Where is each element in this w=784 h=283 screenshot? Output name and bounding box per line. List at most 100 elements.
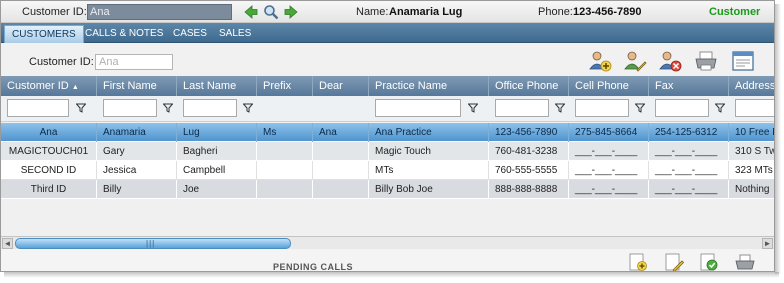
filter-last-name	[183, 99, 255, 118]
filter-cell-phone	[575, 99, 647, 118]
filter-input[interactable]	[655, 99, 709, 117]
filter-input[interactable]	[375, 99, 461, 117]
table-row[interactable]: MAGICTOUCH01 Gary Bagheri Magic Touch 76…	[1, 142, 774, 161]
cell-first-name: Billy	[97, 180, 177, 199]
cell-address: 310 S Twig	[729, 142, 774, 161]
filter-input[interactable]	[735, 99, 774, 117]
col-header-first-name[interactable]: First Name	[97, 76, 177, 96]
tab-cases[interactable]: CASES	[166, 25, 214, 43]
customer-id-label: Customer ID:	[22, 6, 87, 18]
col-header-dear[interactable]: Dear	[313, 76, 369, 96]
col-header-fax[interactable]: Fax	[649, 76, 729, 96]
filter-input[interactable]	[103, 99, 157, 117]
table-row[interactable]: Third ID Billy Joe Billy Bob Joe 888-888…	[1, 180, 774, 199]
filter-icon[interactable]	[243, 103, 253, 113]
col-header-address[interactable]: Address	[729, 76, 774, 96]
complete-call-icon[interactable]	[698, 252, 720, 272]
cell-prefix	[257, 142, 313, 161]
cell-last-name: Bagheri	[177, 142, 257, 161]
delete-user-icon[interactable]	[658, 49, 682, 73]
scrollbar-grip: |||	[146, 239, 156, 248]
edit-call-icon[interactable]	[663, 252, 685, 272]
add-user-icon[interactable]	[588, 49, 612, 73]
horizontal-scrollbar[interactable]: ◄ ||| ►	[1, 236, 774, 249]
table-row[interactable]: SECOND ID Jessica Campbell MTs 760-555-5…	[1, 161, 774, 180]
search-icon[interactable]	[263, 4, 279, 20]
pending-calls-panel: PENDING CALLS	[1, 249, 774, 272]
edit-user-icon[interactable]	[623, 49, 647, 73]
cell-first-name: Gary	[97, 142, 177, 161]
col-header-cell-phone[interactable]: Cell Phone	[569, 76, 649, 96]
pending-calls-label: PENDING CALLS	[273, 262, 354, 272]
cell-prefix	[257, 180, 313, 199]
cell-last-name: Joe	[177, 180, 257, 199]
name-label: Name:	[356, 6, 389, 18]
cell-last-name: Lug	[177, 123, 257, 142]
scroll-left-icon[interactable]: ◄	[2, 238, 13, 249]
col-header-last-name[interactable]: Last Name	[177, 76, 257, 96]
cell-practice-name: Magic Touch	[369, 142, 489, 161]
filter-input[interactable]	[183, 99, 237, 117]
cell-office-phone: 760-481-3238	[489, 142, 569, 161]
cell-customer-id: MAGICTOUCH01	[1, 142, 97, 161]
cell-cell-phone: ___-___-____	[569, 180, 649, 199]
cell-practice-name: Ana Practice	[369, 123, 489, 142]
cell-dear: Ana	[313, 123, 369, 142]
col-header-customer-id[interactable]: Customer ID ▲	[1, 76, 97, 96]
cell-office-phone: 888-888-8888	[489, 180, 569, 199]
customer-id-input[interactable]: Ana	[87, 4, 232, 20]
col-header-prefix[interactable]: Prefix	[257, 76, 313, 96]
customer-id-search-field[interactable]: Ana	[95, 54, 173, 70]
filter-customer-id	[7, 99, 95, 118]
filter-icon[interactable]	[555, 103, 565, 113]
cell-fax: ___-___-____	[649, 161, 729, 180]
scroll-right-icon[interactable]: ►	[762, 238, 773, 249]
cell-address: 323 MTs R	[729, 161, 774, 180]
cell-office-phone: 123-456-7890	[489, 123, 569, 142]
tab-customers[interactable]: CUSTOMERS	[4, 25, 84, 43]
cell-fax: 254-125-6312	[649, 123, 729, 142]
filter-icon[interactable]	[715, 103, 725, 113]
new-call-icon[interactable]	[627, 252, 649, 272]
filter-input[interactable]	[495, 99, 549, 117]
back-arrow-icon[interactable]	[243, 4, 259, 20]
phone-label: Phone:	[538, 6, 573, 18]
cell-dear	[313, 161, 369, 180]
cell-customer-id: Third ID	[1, 180, 97, 199]
tab-calls-notes[interactable]: CALLS & NOTES	[78, 25, 170, 43]
filter-office-phone	[495, 99, 567, 118]
tab-sales[interactable]: SALES	[212, 25, 258, 43]
filter-input[interactable]	[575, 99, 629, 117]
customer-phone: 123-456-7890	[573, 6, 642, 18]
col-header-office-phone[interactable]: Office Phone	[489, 76, 569, 96]
col-header-practice-name[interactable]: Practice Name	[369, 76, 489, 96]
cell-cell-phone: ___-___-____	[569, 161, 649, 180]
filter-icon[interactable]	[76, 103, 86, 113]
cell-prefix: Ms	[257, 123, 313, 142]
filter-icon[interactable]	[635, 103, 645, 113]
filter-first-name	[103, 99, 175, 118]
filter-icon[interactable]	[468, 103, 478, 113]
cell-practice-name: MTs	[369, 161, 489, 180]
scrollbar-thumb[interactable]: |||	[15, 238, 291, 249]
sort-ascending-icon: ▲	[71, 84, 79, 91]
form-view-icon[interactable]	[731, 49, 755, 73]
filter-address	[735, 99, 774, 118]
cell-cell-phone: ___-___-____	[569, 142, 649, 161]
filter-icon[interactable]	[163, 103, 173, 113]
cell-practice-name: Billy Bob Joe	[369, 180, 489, 199]
cell-last-name: Campbell	[177, 161, 257, 180]
cell-office-phone: 760-555-5555	[489, 161, 569, 180]
forward-arrow-icon[interactable]	[283, 4, 299, 20]
cell-prefix	[257, 161, 313, 180]
cell-fax: ___-___-____	[649, 142, 729, 161]
cell-dear	[313, 180, 369, 199]
tab-bar: CUSTOMERS CALLS & NOTES CASES SALES	[1, 23, 774, 43]
cell-customer-id: Ana	[1, 123, 97, 142]
table-row[interactable]: Ana Anamaria Lug Ms Ana Ana Practice 123…	[1, 123, 774, 142]
print-icon[interactable]	[694, 49, 718, 73]
cell-first-name: Jessica	[97, 161, 177, 180]
customers-grid: Customer ID ▲ First Name Last Name Prefi…	[1, 76, 774, 236]
filter-input[interactable]	[7, 99, 69, 117]
print-calls-icon[interactable]	[734, 252, 756, 272]
